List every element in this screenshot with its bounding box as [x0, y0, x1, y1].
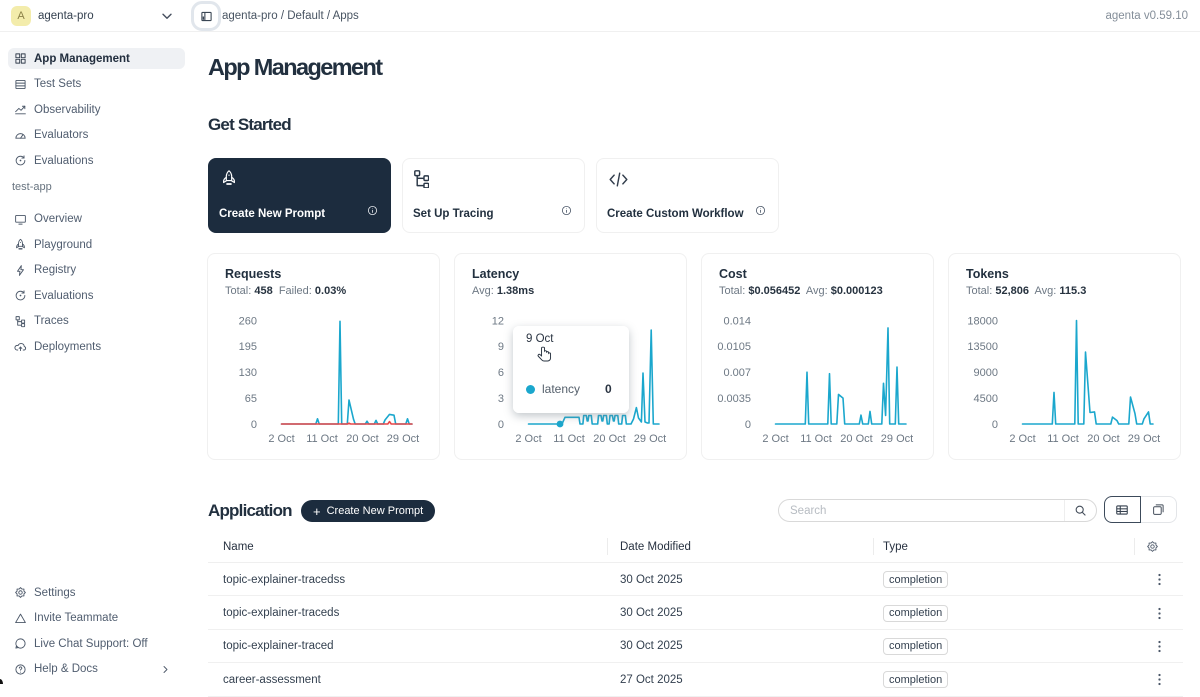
- svg-text:29 Oct: 29 Oct: [387, 433, 419, 445]
- svg-text:2 Oct: 2 Oct: [268, 433, 294, 445]
- svg-text:9: 9: [498, 341, 504, 353]
- svg-text:20 Oct: 20 Oct: [593, 433, 625, 445]
- svg-text:130: 130: [239, 367, 257, 379]
- svg-text:0.0105: 0.0105: [717, 341, 751, 353]
- svg-text:0: 0: [498, 419, 504, 431]
- svg-text:3: 3: [498, 393, 504, 405]
- svg-text:29 Oct: 29 Oct: [634, 433, 666, 445]
- svg-text:65: 65: [245, 393, 257, 405]
- svg-text:0: 0: [745, 419, 751, 431]
- svg-text:12: 12: [492, 315, 504, 327]
- svg-text:29 Oct: 29 Oct: [881, 433, 913, 445]
- svg-text:4500: 4500: [974, 393, 998, 405]
- svg-text:13500: 13500: [967, 341, 998, 353]
- svg-text:11 Oct: 11 Oct: [553, 433, 585, 445]
- svg-text:20 Oct: 20 Oct: [1087, 433, 1119, 445]
- svg-text:11 Oct: 11 Oct: [1047, 433, 1079, 445]
- svg-text:29 Oct: 29 Oct: [1128, 433, 1160, 445]
- svg-text:20 Oct: 20 Oct: [346, 433, 378, 445]
- svg-text:0: 0: [992, 419, 998, 431]
- svg-text:2 Oct: 2 Oct: [1009, 433, 1035, 445]
- svg-text:9000: 9000: [974, 367, 998, 379]
- svg-text:18000: 18000: [967, 315, 998, 327]
- svg-text:0.007: 0.007: [723, 367, 751, 379]
- svg-text:11 Oct: 11 Oct: [800, 433, 832, 445]
- svg-text:6: 6: [498, 367, 504, 379]
- svg-text:20 Oct: 20 Oct: [840, 433, 872, 445]
- svg-text:195: 195: [239, 341, 257, 353]
- svg-text:0: 0: [251, 419, 257, 431]
- svg-text:260: 260: [239, 315, 257, 327]
- svg-text:0.0035: 0.0035: [717, 393, 751, 405]
- svg-text:2 Oct: 2 Oct: [762, 433, 788, 445]
- svg-text:11 Oct: 11 Oct: [306, 433, 338, 445]
- svg-text:0.014: 0.014: [723, 315, 751, 327]
- svg-text:2 Oct: 2 Oct: [515, 433, 541, 445]
